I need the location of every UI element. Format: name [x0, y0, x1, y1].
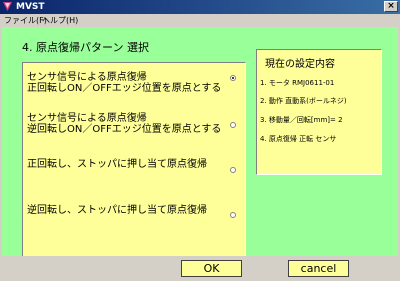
radio-stopper-reverse[interactable] — [230, 212, 236, 218]
close-icon: × — [387, 1, 395, 11]
window-title: MVST — [16, 2, 45, 12]
settings-title: 現在の設定内容 — [265, 59, 335, 70]
title-bar: MVST × — [0, 0, 400, 14]
option-sensor-reverse[interactable]: センサ信号による原点復帰 逆回転しON／OFFエッジ位置を原点とする — [27, 113, 221, 135]
homing-options-panel: センサ信号による原点復帰 正回転しON／OFFエッジ位置を原点とする センサ信号… — [22, 62, 246, 262]
radio-stopper-forward[interactable] — [230, 167, 236, 173]
close-button[interactable]: × — [384, 1, 398, 12]
settings-item-homing: 4. 原点復帰 正転 センサ — [260, 135, 337, 143]
option-label-line1: 正回転し、ストッパに押し当て原点復帰 — [27, 159, 207, 170]
settings-item-operation: 2. 動作 直動系(ボールネジ) — [260, 97, 347, 105]
option-label-line1: センサ信号による原点復帰 — [27, 113, 147, 124]
cancel-button[interactable]: cancel — [288, 260, 349, 277]
option-label-line1: センサ信号による原点復帰 — [27, 72, 147, 83]
radio-sensor-reverse[interactable] — [230, 122, 236, 128]
page-title: 4. 原点復帰パターン 選択 — [22, 41, 149, 54]
option-stopper-reverse[interactable]: 逆回転し、ストッパに押し当て原点復帰 — [27, 205, 207, 216]
option-stopper-forward[interactable]: 正回転し、ストッパに押し当て原点復帰 — [27, 159, 207, 170]
option-sensor-forward[interactable]: センサ信号による原点復帰 正回転しON／OFFエッジ位置を原点とする — [27, 72, 221, 94]
option-label-line2: 逆回転しON／OFFエッジ位置を原点とする — [27, 124, 222, 135]
main-panel: 4. 原点復帰パターン 選択 センサ信号による原点復帰 正回転しON／OFFエッ… — [2, 27, 398, 262]
option-label-line2: 正回転しON／OFFエッジ位置を原点とする — [27, 83, 222, 94]
menu-file[interactable]: ファイル(F) — [4, 14, 47, 27]
radio-sensor-forward[interactable] — [230, 75, 236, 81]
settings-item-motor: 1. モータ RMJ0611-01 — [260, 79, 335, 87]
menu-help[interactable]: ヘルプ(H) — [42, 14, 78, 27]
option-label-line1: 逆回転し、ストッパに押し当て原点復帰 — [27, 205, 207, 216]
ok-button[interactable]: OK — [181, 260, 242, 277]
current-settings-panel: 現在の設定内容 1. モータ RMJ0611-01 2. 動作 直動系(ボールネ… — [256, 49, 382, 175]
menu-bar: ファイル(F) ヘルプ(H) — [0, 14, 400, 27]
settings-item-travel: 3. 移動量／回転[mm]= 2 — [260, 116, 343, 124]
app-icon — [3, 2, 12, 11]
button-bar: OK cancel — [0, 256, 400, 281]
